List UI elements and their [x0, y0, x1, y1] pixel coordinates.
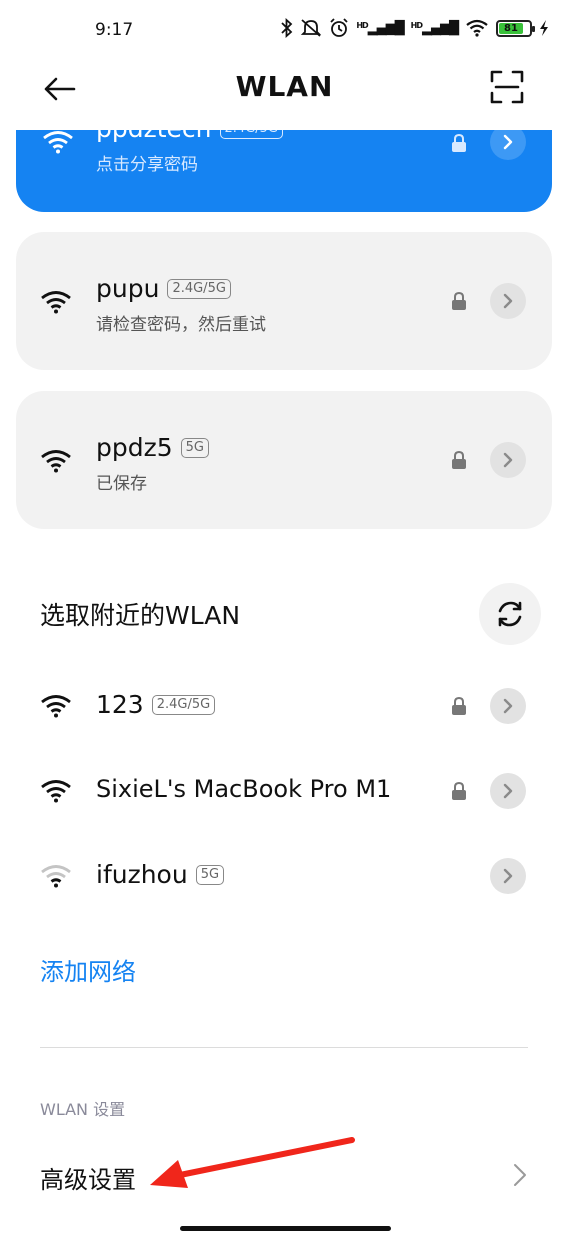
network-name-text: SixieL's MacBook Pro M1: [96, 775, 392, 803]
network-name-text: ppdz5: [96, 433, 173, 462]
network-card[interactable]: pupu 2.4G/5G 请检查密码，然后重试: [16, 232, 552, 370]
network-name-text: 123: [96, 690, 144, 719]
settings-section-label: WLAN 设置: [40, 1100, 126, 1119]
band-badge: 2.4G/5G: [151, 694, 216, 715]
signal-icon: HD▂▄▆█: [356, 20, 404, 36]
battery-level: 81: [499, 22, 523, 34]
network-name: 123 2.4G/5G: [96, 690, 216, 719]
divider: [40, 1047, 528, 1048]
network-name-text: ifuzhou: [96, 860, 188, 889]
network-name: pupu 2.4G/5G: [96, 274, 231, 303]
lock-icon: [452, 697, 466, 715]
header: WLAN: [0, 62, 569, 130]
wifi-icon: [43, 131, 73, 154]
chevron-right-icon: [503, 783, 513, 799]
network-label-2: HD: [410, 20, 423, 30]
lock-icon: [452, 134, 466, 152]
wifi-icon: [41, 780, 71, 803]
network-name: ppdz5 5G: [96, 433, 209, 462]
wifi-weak-icon: [41, 865, 71, 888]
network-status: 已保存: [96, 474, 147, 494]
chevron-right-icon: [503, 293, 513, 309]
chevron-right-icon: [503, 134, 513, 150]
wifi-icon: [466, 19, 488, 37]
band-badge: 5G: [180, 437, 209, 458]
bluetooth-icon: [281, 18, 293, 38]
refresh-button[interactable]: [479, 583, 541, 645]
band-badge: 5G: [195, 864, 225, 885]
nearby-network-row[interactable]: SixieL's MacBook Pro M1: [0, 751, 569, 831]
chevron-right-icon: [503, 868, 513, 884]
wifi-icon: [41, 450, 71, 473]
advanced-settings-label: 高级设置: [40, 1166, 136, 1194]
wifi-icon: [41, 695, 71, 718]
wifi-icon: [41, 291, 71, 314]
add-network-link[interactable]: 添加网络: [40, 952, 136, 987]
network-details-button[interactable]: [490, 283, 526, 319]
status-time: 9:17: [95, 20, 134, 40]
lock-icon: [452, 292, 466, 310]
network-details-button[interactable]: [490, 442, 526, 478]
chevron-right-icon: [503, 698, 513, 714]
network-label-1: HD: [356, 20, 368, 30]
nearby-section-title: 选取附近的WLAN: [40, 601, 241, 630]
chevron-right-icon: [514, 1164, 526, 1186]
network-name: ifuzhou 5G: [96, 860, 225, 889]
chevron-right-icon: [503, 452, 513, 468]
charging-icon: [540, 20, 548, 36]
scan-icon[interactable]: [490, 70, 524, 104]
refresh-icon: [498, 601, 522, 627]
nearby-network-row[interactable]: 123 2.4G/5G: [0, 666, 569, 746]
network-card[interactable]: ppdz5 5G 已保存: [16, 391, 552, 529]
signal-icon-2: HD▂▄▆█: [410, 20, 459, 36]
mute-icon: [301, 19, 322, 37]
network-details-button[interactable]: [490, 773, 526, 809]
status-icons: HD▂▄▆█ HD▂▄▆█ 81: [281, 18, 549, 38]
home-indicator[interactable]: [180, 1226, 391, 1231]
network-status: 点击分享密码: [96, 155, 198, 175]
network-name: SixieL's MacBook Pro M1: [96, 775, 391, 803]
alarm-icon: [330, 18, 348, 37]
network-status: 请检查密码，然后重试: [96, 315, 266, 335]
lock-icon: [452, 782, 466, 800]
lock-icon: [452, 451, 466, 469]
network-name-text: pupu: [96, 274, 160, 303]
nearby-network-row[interactable]: ifuzhou 5G: [0, 836, 569, 916]
battery-icon: 81: [496, 19, 535, 37]
page-title: WLAN: [235, 70, 334, 103]
network-details-button[interactable]: [490, 858, 526, 894]
status-bar: 9:17 HD▂▄▆█ HD▂▄▆█ 81: [0, 0, 569, 62]
annotation-arrow-icon: [150, 1137, 355, 1188]
band-badge: 2.4G/5G: [167, 278, 231, 299]
network-details-button[interactable]: [490, 688, 526, 724]
